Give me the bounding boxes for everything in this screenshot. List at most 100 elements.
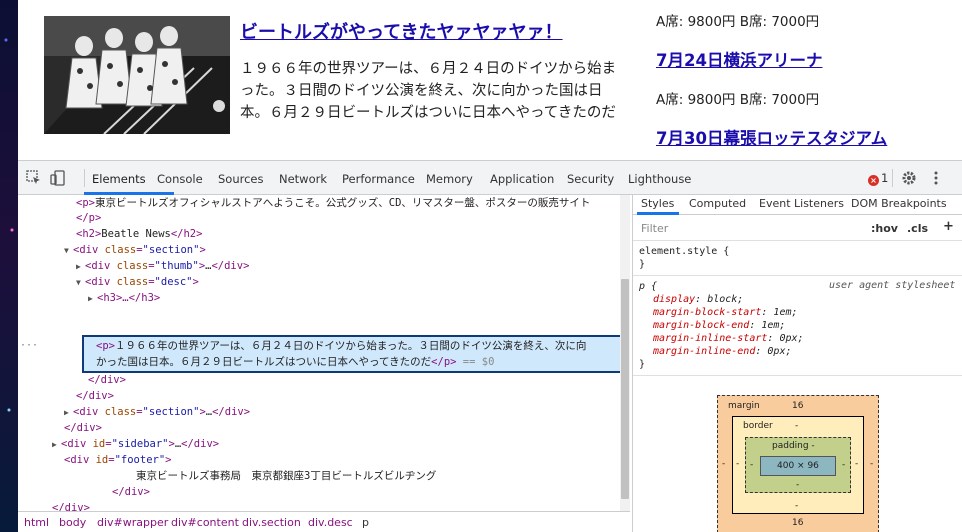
dom-tree: <p>東京ビートルズオフィシャルストアへようこそ。公式グッズ、CD、リマスター盤… (18, 195, 630, 511)
dom-node-close-div[interactable]: </div> (52, 500, 90, 511)
article-body: １９６６年の世界ツアーは、６月２４日のドイツから始まった。３日間のドイツ公演を終… (240, 61, 617, 121)
dom-node-close-div[interactable]: </div> (64, 420, 102, 436)
expand-arrow-icon[interactable]: ▶ (52, 437, 61, 453)
dom-text-footer[interactable]: 東京ビートルズ事務局 東京都銀座3丁目ビートルズビルヂング (136, 468, 436, 484)
box-model-padding[interactable]: padding - - - - 400 × 96 (745, 437, 851, 493)
error-counter[interactable]: × 1 (868, 171, 888, 186)
dom-tree-scroll-thumb[interactable] (621, 279, 629, 499)
box-model-content-size: 400 × 96 (777, 461, 819, 471)
dom-node-close-p[interactable]: </p> (76, 210, 101, 226)
expand-arrow-icon[interactable]: ▶ (88, 291, 97, 307)
venue-link[interactable]: 7月24日横浜アリーナ (656, 47, 822, 71)
dom-node-close-div[interactable]: </div> (76, 388, 114, 404)
seat-prices: A席: 9800円 B席: 7000円 (656, 92, 820, 108)
breadcrumb-item[interactable]: div.desc (308, 516, 353, 529)
box-model-margin-right[interactable]: - (870, 459, 873, 469)
box-model-padding-bottom[interactable]: - (796, 480, 799, 490)
class-toggle[interactable]: .cls (907, 222, 928, 235)
collapse-arrow-icon[interactable]: ▼ (64, 243, 73, 259)
tab-computed[interactable]: Computed (689, 197, 746, 210)
expand-arrow-icon[interactable]: ▶ (76, 259, 85, 275)
css-declaration[interactable]: margin-inline-end: 0px; (653, 345, 792, 358)
webpage-viewport: ビートルズがやってきたヤァヤァヤァ！ １９６６年の世界ツアーは、６月２４日のドイ… (18, 0, 962, 160)
css-declaration[interactable]: margin-block-end: 1em; (653, 319, 785, 332)
styles-filter-bar: Filter :hov .cls + (633, 217, 962, 241)
gear-icon[interactable] (901, 170, 917, 186)
css-declaration[interactable]: display: block; (653, 293, 743, 306)
dom-node-close-div[interactable]: </div> (112, 484, 150, 500)
dom-node-h3[interactable]: ▶ <h3>…</h3> (88, 290, 160, 306)
box-model-padding-right[interactable]: - (842, 460, 845, 470)
dom-node-div-thumb[interactable]: ▶ <div class="thumb">…</div> (76, 258, 249, 274)
dom-node-p[interactable]: <p>東京ビートルズオフィシャルストアへようこそ。公式グッズ、CD、リマスター盤… (76, 195, 590, 211)
rule-close-brace: } (639, 259, 646, 270)
breadcrumb-item[interactable]: body (59, 516, 86, 529)
rule-source: user agent stylesheet (829, 280, 956, 291)
breadcrumb-item[interactable]: div#content (171, 516, 239, 529)
dom-node-div-sidebar[interactable]: ▶ <div id="sidebar">…</div> (52, 436, 219, 452)
new-rule-button[interactable]: + (943, 219, 954, 234)
breadcrumb-item[interactable]: div.section (242, 516, 301, 529)
dom-node-h2[interactable]: <h2>Beatle News</h2> (76, 226, 202, 242)
styles-filter-input[interactable]: Filter (641, 222, 668, 235)
box-model-margin-top[interactable]: 16 (792, 401, 803, 411)
beatles-photo (44, 16, 230, 134)
device-toolbar-icon[interactable] (50, 170, 66, 186)
tab-styles[interactable]: Styles (641, 197, 674, 210)
box-model-margin-bottom[interactable]: 16 (792, 518, 803, 528)
box-model-border-left[interactable]: - (736, 459, 739, 469)
node-actions-icon[interactable]: ··· (20, 340, 38, 351)
tab-lighthouse[interactable]: Lighthouse (628, 172, 691, 186)
box-model-border-label: border (743, 421, 773, 431)
dom-node-div-section[interactable]: ▶ <div class="section">…</div> (64, 404, 250, 420)
active-styles-tab-indicator (637, 212, 679, 215)
tab-console[interactable]: Console (157, 172, 203, 186)
expand-arrow-icon[interactable]: ▶ (64, 405, 73, 421)
box-model-padding-label: padding - (772, 441, 815, 451)
rule-close-brace: } (639, 359, 646, 370)
css-declaration[interactable]: margin-block-start: 1em; (653, 306, 798, 319)
hover-state-toggle[interactable]: :hov (871, 222, 898, 235)
tab-dom-breakpoints[interactable]: DOM Breakpoints (851, 197, 947, 210)
tab-application[interactable]: Application (490, 172, 554, 186)
dom-node-selected-p-continued[interactable]: かった国は日本。６月２９日ビートルズはついに日本へやってきたのだ</p> == … (96, 354, 494, 370)
article-title-link[interactable]: ビートルズがやってきたヤァヤァヤァ！ (240, 18, 563, 44)
more-options-icon[interactable] (928, 170, 944, 186)
tab-sources[interactable]: Sources (218, 172, 264, 186)
tab-performance[interactable]: Performance (342, 172, 415, 186)
tab-network[interactable]: Network (279, 172, 327, 186)
box-model-border[interactable]: border - - - - padding - - - - 400 × 96 (732, 416, 864, 514)
box-model-margin-left[interactable]: - (722, 459, 725, 469)
dom-node-div-desc[interactable]: ▼ <div class="desc"> (76, 274, 199, 290)
box-model-content[interactable]: 400 × 96 (760, 456, 836, 476)
dom-node-div-footer[interactable]: <div id="footer"> (64, 452, 172, 468)
error-icon: × (868, 175, 879, 186)
css-declaration[interactable]: margin-inline-start: 0px; (653, 332, 804, 345)
collapse-arrow-icon[interactable]: ▼ (76, 275, 85, 291)
venue-link[interactable]: 7月30日幕張ロッテスタジアム (656, 125, 887, 149)
box-model-margin[interactable]: margin 16 16 - - border - - - - padding … (717, 395, 879, 532)
box-model-border-bottom[interactable]: - (795, 501, 798, 511)
breadcrumb-item-current[interactable]: p (362, 516, 369, 529)
styles-pane: Styles Computed Event Listeners DOM Brea… (632, 195, 962, 532)
breadcrumb-item[interactable]: div#wrapper (97, 516, 168, 529)
tab-security[interactable]: Security (567, 172, 614, 186)
rule-divider (633, 275, 962, 276)
rule-selector-p[interactable]: p { (639, 280, 657, 293)
dom-node-selected-p[interactable]: <p>１９６６年の世界ツアーは、６月２４日のドイツから始まった。３日間のドイツ公… (96, 338, 586, 354)
desktop-background-strip (0, 0, 18, 532)
inspect-element-icon[interactable] (26, 170, 42, 186)
box-model-border-top[interactable]: - (795, 421, 798, 431)
devtools-tabbar: Elements Console Sources Network Perform… (18, 161, 962, 195)
element-style-rule[interactable]: element.style { (639, 245, 729, 258)
tab-event-listeners[interactable]: Event Listeners (759, 197, 844, 210)
toolbar-separator (84, 169, 85, 187)
tab-memory[interactable]: Memory (426, 172, 473, 186)
dom-node-close-div[interactable]: </div> (88, 372, 126, 388)
breadcrumb-item[interactable]: html (24, 516, 49, 529)
rule-divider (633, 375, 962, 376)
dom-node-div-section[interactable]: ▼ <div class="section"> (64, 242, 206, 258)
box-model-border-right[interactable]: - (855, 459, 858, 469)
box-model-padding-left[interactable]: - (750, 460, 753, 470)
tab-elements[interactable]: Elements (92, 172, 146, 186)
